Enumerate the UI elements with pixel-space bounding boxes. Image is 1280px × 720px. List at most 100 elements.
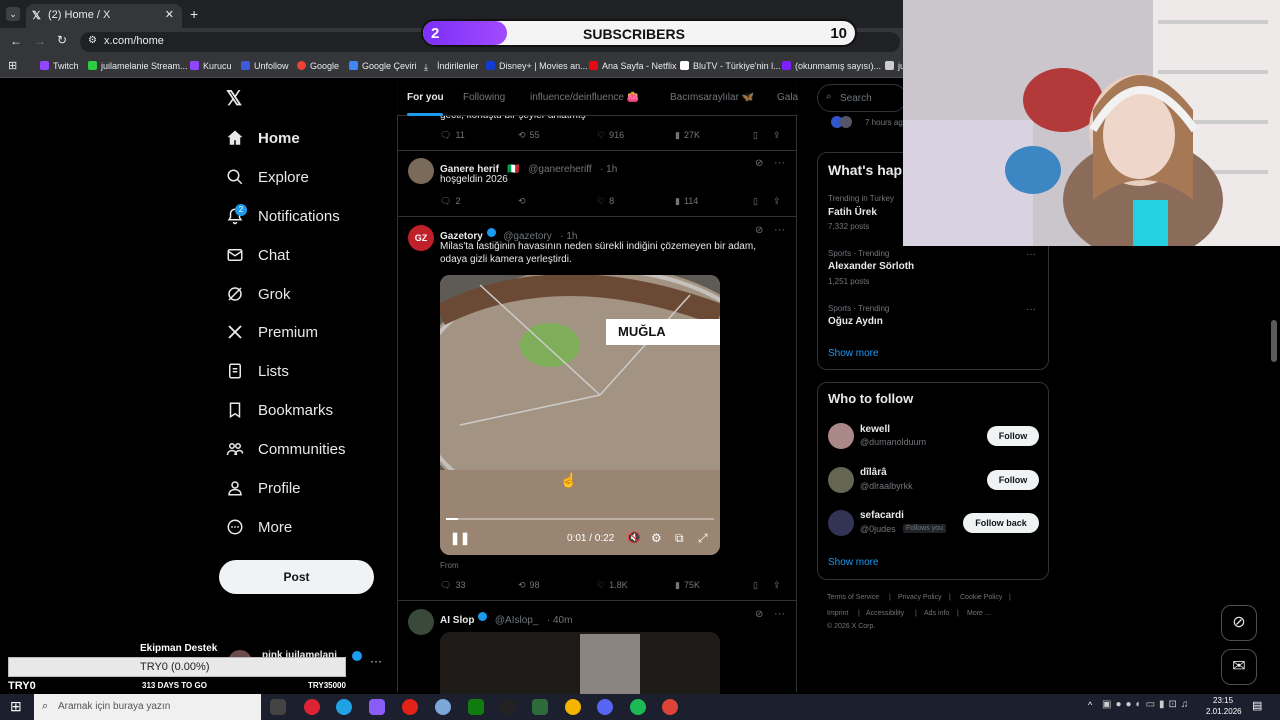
tweet-more-icon[interactable]: ··· (774, 608, 785, 620)
spotify-icon[interactable] (630, 699, 646, 715)
suggestion-name[interactable]: kewell (860, 424, 890, 435)
pause-icon[interactable]: ❚❚ (450, 531, 470, 545)
mute-icon[interactable]: 🔇 (627, 531, 641, 544)
like-button[interactable]: ♡ 8 (597, 196, 614, 207)
tweet-handle[interactable]: @AIslop_ (495, 615, 539, 626)
bookmark-twitch[interactable]: Twitch (40, 61, 79, 71)
footer-cookie[interactable]: Cookie Policy (960, 594, 1002, 601)
tab-for-you[interactable]: For you (407, 92, 444, 103)
tray-chevron-icon[interactable]: ^ (1088, 700, 1092, 710)
clock-date[interactable]: 2.01.2026 (1206, 707, 1242, 716)
apps-icon[interactable]: ⊞ (8, 59, 17, 72)
repost-button[interactable]: ⟲ 55 (518, 130, 540, 141)
tweet-time[interactable]: · 1h (600, 164, 617, 175)
sidebar-item-lists[interactable]: Lists (226, 357, 289, 385)
bookmark-juilamelanie[interactable]: juilamelanie Stream... (88, 61, 188, 71)
browser-tab[interactable]: 𝕏 (2) Home / X ✕ (26, 4, 182, 28)
grok-float-button[interactable]: ⊘ (1221, 605, 1257, 641)
show-more-trends[interactable]: Show more (828, 348, 879, 359)
suggestion-name[interactable]: sefacardi (860, 510, 904, 521)
new-tab-icon[interactable]: + (190, 6, 198, 22)
sidebar-item-more[interactable]: More (226, 513, 292, 541)
reload-icon[interactable]: ↻ (57, 33, 67, 47)
share-icon[interactable]: ⇪ (773, 130, 781, 141)
sidebar-item-notifications[interactable]: Notifications 2 (226, 202, 340, 230)
tweet-handle[interactable]: @ganereheriff (528, 164, 591, 175)
tab-influence[interactable]: influence/deinfluence 👛 (530, 92, 639, 103)
tweet-avatar[interactable]: GZ (408, 225, 434, 251)
footer-more[interactable]: More ... (967, 610, 991, 617)
bookmark-kurucu[interactable]: Kurucu (190, 61, 232, 71)
footer-imprint[interactable]: Imprint (827, 610, 848, 617)
follow-button[interactable]: Follow (987, 470, 1039, 490)
trend-more-icon[interactable]: ··· (1026, 249, 1036, 260)
tab-gala[interactable]: Gala (777, 92, 798, 103)
tweet-avatar[interactable] (408, 158, 434, 184)
bookmark-tweet-icon[interactable]: ▯ (753, 580, 758, 591)
bookmark-google[interactable]: Google (297, 61, 339, 71)
trend-name[interactable]: Oğuz Aydın (828, 316, 883, 327)
sidebar-item-chat[interactable]: Chat (226, 241, 290, 269)
video-player[interactable]: MUĞLA ❚❚ 0:01 / 0:22 🔇 ⚙ ⧉ ⤢ (440, 275, 720, 555)
reply-button[interactable]: 🗨 2 (440, 196, 460, 207)
back-icon[interactable]: ← (10, 34, 22, 48)
x-logo-icon[interactable]: 𝕏 (226, 86, 242, 111)
sidebar-item-premium[interactable]: Premium (226, 318, 318, 346)
grok-tweet-icon[interactable]: ⊘ (755, 609, 763, 620)
bookmark-tweet-icon[interactable]: ▯ (753, 130, 758, 141)
settings-icon[interactable]: ⚙ (651, 531, 662, 545)
grok-tweet-icon[interactable]: ⊘ (755, 158, 763, 169)
search-box[interactable]: ⌕ Search (817, 84, 907, 112)
show-more-follow[interactable]: Show more (828, 557, 879, 568)
footer-privacy[interactable]: Privacy Policy (898, 594, 942, 601)
like-button[interactable]: ♡ 916 (597, 130, 624, 141)
footer-terms[interactable]: Terms of Service (827, 594, 879, 601)
sidebar-item-communities[interactable]: Communities (226, 435, 346, 463)
repost-button[interactable]: ⟲ 98 (518, 580, 540, 591)
notification-center-icon[interactable]: ▤ (1252, 699, 1262, 712)
sidebar-item-home[interactable]: Home (226, 124, 300, 152)
clock-time[interactable]: 23:15 (1213, 696, 1233, 705)
chrome-icon[interactable] (662, 699, 678, 715)
tweet-more-icon[interactable]: ··· (774, 157, 785, 169)
site-info-icon[interactable]: ⚙ (88, 35, 97, 46)
like-button[interactable]: ♡ 1.8K (597, 580, 628, 591)
repost-button[interactable]: ⟲ (518, 196, 530, 207)
windows-start-icon[interactable]: ⊞ (10, 698, 22, 715)
tab-search-icon[interactable]: ⌄ (6, 7, 20, 21)
tweet-image[interactable] (440, 632, 720, 694)
opera-icon[interactable] (402, 699, 418, 715)
chrome-icon[interactable] (565, 699, 581, 715)
sidebar-item-explore[interactable]: Explore (226, 163, 309, 191)
bookmark-unread[interactable]: (okunmamış sayısı)... (782, 61, 881, 71)
pip-icon[interactable]: ⧉ (675, 531, 684, 546)
app-icon[interactable] (435, 699, 451, 715)
taskbar-search[interactable]: ⌕ Aramak için buraya yazın (34, 694, 261, 720)
close-tab-icon[interactable]: ✕ (165, 8, 174, 21)
reply-button[interactable]: 🗨 11 (440, 130, 465, 141)
video-source[interactable]: From (440, 561, 459, 570)
bookmark-downloads[interactable]: ⤓ İndirilenler (424, 61, 479, 72)
suggestion-name[interactable]: dîlârâ (860, 467, 887, 478)
app-icon[interactable] (304, 699, 320, 715)
messages-float-button[interactable]: ✉ (1221, 649, 1257, 685)
tweet-avatar[interactable] (408, 609, 434, 635)
bookmark-blutv[interactable]: BluTV - Türkiye'nin l... (680, 61, 781, 71)
sidebar-item-grok[interactable]: Grok (226, 280, 291, 308)
more-dots-icon[interactable]: ··· (370, 654, 382, 668)
reply-button[interactable]: 🗨 33 (440, 580, 465, 591)
views-button[interactable]: ▮ 75K (675, 580, 700, 591)
footer-ads-info[interactable]: Ads info (924, 610, 949, 617)
follow-back-button[interactable]: Follow back (963, 513, 1039, 533)
tab-following[interactable]: Following (463, 92, 505, 103)
trend-name[interactable]: Fatih Ürek (828, 207, 877, 218)
tweet-author[interactable]: AI Slop (440, 615, 474, 626)
grok-tweet-icon[interactable]: ⊘ (755, 225, 763, 236)
tweet-more-icon[interactable]: ··· (774, 224, 785, 236)
views-button[interactable]: ▮ 114 (675, 196, 698, 207)
bookmark-unfollow[interactable]: Unfollow (241, 61, 289, 71)
share-icon[interactable]: ⇪ (773, 580, 781, 591)
trend-name[interactable]: Alexander Sörloth (828, 261, 914, 272)
video-progress-track[interactable] (446, 518, 714, 520)
sidebar-item-profile[interactable]: Profile (226, 474, 301, 502)
